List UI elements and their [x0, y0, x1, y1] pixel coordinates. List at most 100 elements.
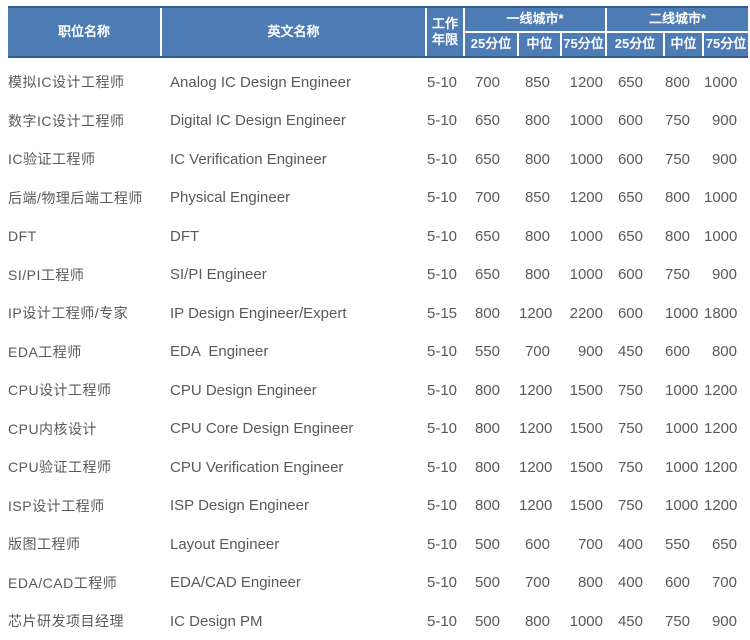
tier2-p75-cell: 1000	[704, 74, 748, 91]
table-row: ISP设计工程师 ISP Design Engineer 5-10 800 12…	[8, 487, 748, 526]
job-title-cn-cell: IP设计工程师/专家	[8, 303, 160, 323]
tier1-p25-cell: 650	[465, 228, 517, 245]
tier1-p25-cell: 800	[465, 305, 517, 322]
job-title-en-cell: IC Design PM	[162, 613, 425, 630]
job-title-en-cell: ISP Design Engineer	[162, 497, 425, 514]
job-title-en-cell: Layout Engineer	[162, 536, 425, 553]
job-title-cn-cell: IC验证工程师	[8, 149, 160, 169]
tier2-p25-cell: 600	[607, 112, 663, 129]
job-title-cn-cell: 数字IC设计工程师	[8, 111, 160, 131]
tier2-median-cell: 1000	[665, 382, 702, 399]
tier2-median-cell: 600	[665, 574, 702, 591]
tier1-p75-cell: 1000	[562, 228, 605, 245]
work-years-cell: 5-10	[427, 613, 463, 630]
header-work-years-line1: 工作	[432, 16, 458, 32]
salary-table-page: 职位名称 英文名称 工作 年限 一线城市* 二线城市* 25分位 中位 75分位…	[0, 0, 750, 640]
tier2-p25-cell: 750	[607, 382, 663, 399]
tier2-p25-cell: 750	[607, 497, 663, 514]
work-years-cell: 5-10	[427, 574, 463, 591]
tier2-p25-header: 25分位	[607, 33, 663, 56]
table-row: CPU内核设计 CPU Core Design Engineer 5-10 80…	[8, 410, 748, 449]
table-row: SI/PI工程师 SI/PI Engineer 5-10 650 800 100…	[8, 256, 748, 295]
job-title-cn-cell: EDA工程师	[8, 342, 160, 362]
tier1-p25-cell: 800	[465, 420, 517, 437]
tier2-p75-header: 75分位	[704, 33, 748, 56]
tier2-median-cell: 1000	[665, 305, 702, 322]
tier2-p75-cell: 800	[704, 343, 748, 360]
table-body: 模拟IC设计工程师 Analog IC Design Engineer 5-10…	[8, 63, 748, 640]
table-row: 芯片研发项目经理 IC Design PM 5-10 500 800 1000 …	[8, 602, 748, 640]
tier1-p75-header: 75分位	[562, 33, 605, 56]
tier1-p75-cell: 900	[562, 343, 605, 360]
tier2-p75-cell: 1200	[704, 497, 748, 514]
tier2-median-cell: 800	[665, 189, 702, 206]
tier2-p75-cell: 1800	[704, 305, 748, 322]
tier1-p25-cell: 650	[465, 112, 517, 129]
work-years-cell: 5-10	[427, 343, 463, 360]
tier1-median-cell: 1200	[519, 420, 560, 437]
tier2-p75-cell: 1000	[704, 228, 748, 245]
tier1-p75-cell: 1000	[562, 151, 605, 168]
table-row: EDA/CAD工程师 EDA/CAD Engineer 5-10 500 700…	[8, 564, 748, 603]
work-years-cell: 5-10	[427, 74, 463, 91]
header-work-years-line2: 年限	[432, 32, 458, 48]
job-title-en-cell: CPU Verification Engineer	[162, 459, 425, 476]
tier2-p25-cell: 600	[607, 266, 663, 283]
tier2-p75-cell: 900	[704, 266, 748, 283]
table-row: 版图工程师 Layout Engineer 5-10 500 600 700 4…	[8, 525, 748, 564]
job-title-en-cell: CPU Core Design Engineer	[162, 420, 425, 437]
tier2-p25-cell: 600	[607, 151, 663, 168]
tier1-p75-cell: 1000	[562, 112, 605, 129]
tier1-p25-cell: 650	[465, 151, 517, 168]
tier2-p25-cell: 400	[607, 536, 663, 553]
tier1-median-cell: 850	[519, 74, 560, 91]
tier2-p75-cell: 900	[704, 613, 748, 630]
job-title-cn-cell: EDA/CAD工程师	[8, 573, 160, 593]
tier2-p25-cell: 650	[607, 74, 663, 91]
job-title-cn-cell: 模拟IC设计工程师	[8, 72, 160, 92]
tier1-p75-cell: 700	[562, 536, 605, 553]
tier2-median-cell: 750	[665, 613, 702, 630]
tier2-median-cell: 1000	[665, 420, 702, 437]
tier2-median-cell: 1000	[665, 497, 702, 514]
table-row: CPU设计工程师 CPU Design Engineer 5-10 800 12…	[8, 371, 748, 410]
tier2-median-cell: 1000	[665, 459, 702, 476]
job-title-cn-cell: CPU验证工程师	[8, 457, 160, 477]
tier1-median-cell: 1200	[519, 305, 560, 322]
tier1-p75-cell: 2200	[562, 305, 605, 322]
job-title-en-cell: Physical Engineer	[162, 189, 425, 206]
work-years-cell: 5-10	[427, 112, 463, 129]
table-row: EDA工程师 EDA Engineer 5-10 550 700 900 450…	[8, 333, 748, 372]
tier1-p75-cell: 1200	[562, 74, 605, 91]
job-title-cn-cell: ISP设计工程师	[8, 496, 160, 516]
tier2-p75-cell: 650	[704, 536, 748, 553]
tier1-p75-cell: 1000	[562, 266, 605, 283]
tier1-median-cell: 800	[519, 228, 560, 245]
tier2-p75-cell: 1200	[704, 382, 748, 399]
tier2-median-cell: 800	[665, 74, 702, 91]
tier1-median-cell: 700	[519, 574, 560, 591]
job-title-cn-cell: CPU内核设计	[8, 419, 160, 439]
table-row: 模拟IC设计工程师 Analog IC Design Engineer 5-10…	[8, 63, 748, 102]
job-title-en-cell: SI/PI Engineer	[162, 266, 425, 283]
tier1-p75-cell: 1500	[562, 459, 605, 476]
tier2-p75-cell: 1000	[704, 189, 748, 206]
job-title-en-cell: DFT	[162, 228, 425, 245]
job-title-en-cell: Digital IC Design Engineer	[162, 112, 425, 129]
job-title-cn-cell: 版图工程师	[8, 534, 160, 554]
tier2-median-cell: 600	[665, 343, 702, 360]
tier1-median-cell: 800	[519, 266, 560, 283]
tier1-median-cell: 600	[519, 536, 560, 553]
tier2-p25-cell: 450	[607, 343, 663, 360]
tier1-p25-cell: 500	[465, 536, 517, 553]
tier2-p75-cell: 1200	[704, 420, 748, 437]
tier2-median-cell: 750	[665, 266, 702, 283]
tier1-median-cell: 1200	[519, 497, 560, 514]
salary-table: 职位名称 英文名称 工作 年限 一线城市* 二线城市* 25分位 中位 75分位…	[8, 6, 748, 640]
job-title-en-cell: EDA/CAD Engineer	[162, 574, 425, 591]
tier1-group-header: 一线城市*	[465, 8, 605, 31]
tier2-p25-cell: 600	[607, 305, 663, 322]
tier2-median-cell: 750	[665, 151, 702, 168]
tier2-p25-cell: 400	[607, 574, 663, 591]
tier2-p25-cell: 650	[607, 228, 663, 245]
